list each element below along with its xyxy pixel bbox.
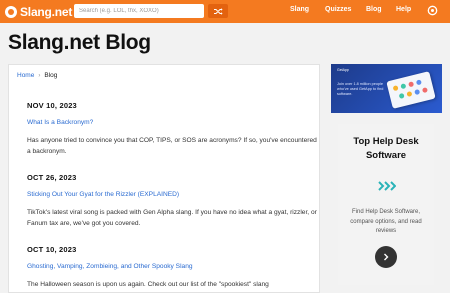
breadcrumb-current: Blog xyxy=(44,72,58,79)
ad-heading: Top Help Desk Software xyxy=(353,136,419,161)
blog-post-list: Home › Blog NOV 10, 2023 What Is a Backr… xyxy=(8,64,320,293)
breadcrumb-home-link[interactable]: Home xyxy=(17,72,34,79)
ad-banner-getapp[interactable]: GetApp Join over 1.8 million people who'… xyxy=(331,64,442,113)
post-excerpt: Has anyone tried to convince you that CO… xyxy=(27,137,317,155)
blog-post: NOV 10, 2023 What Is a Backronym? Has an… xyxy=(27,101,317,157)
tablet-illustration xyxy=(386,71,436,109)
blog-post: OCT 10, 2023 Ghosting, Vamping, Zombiein… xyxy=(27,245,317,290)
nav-slang[interactable]: Slang xyxy=(290,6,309,13)
random-slang-button[interactable] xyxy=(208,4,228,18)
post-excerpt: TikTok's latest viral song is packed wit… xyxy=(27,209,317,227)
logo-text: Slang.net xyxy=(20,4,73,19)
double-chevron-icon xyxy=(378,181,396,191)
gear-icon[interactable] xyxy=(427,5,438,16)
site-logo[interactable]: Slang.net xyxy=(5,4,72,19)
ad-next-button[interactable] xyxy=(375,246,397,268)
blog-post: OCT 26, 2023 Sticking Out Your Gyat for … xyxy=(27,173,317,229)
ad-description: Find Help Desk Software, compare options… xyxy=(350,209,422,234)
post-date: OCT 26, 2023 xyxy=(27,173,77,182)
shuffle-icon xyxy=(213,7,223,15)
page-title: Slang.net Blog xyxy=(8,31,151,54)
nav-help[interactable]: Help xyxy=(396,6,411,13)
post-excerpt: The Halloween season is upon us again. C… xyxy=(27,281,269,288)
nav-blog[interactable]: Blog xyxy=(366,6,382,13)
ad-brand: GetApp xyxy=(337,68,349,72)
post-date: OCT 10, 2023 xyxy=(27,245,77,254)
post-title-link[interactable]: What Is a Backronym? xyxy=(27,119,317,126)
post-title-link[interactable]: Sticking Out Your Gyat for the Rizzler (… xyxy=(27,191,317,198)
search-input[interactable] xyxy=(74,4,204,18)
arrow-right-icon xyxy=(384,253,389,261)
advertisement-column: GetApp Join over 1.8 million people who'… xyxy=(331,64,442,293)
post-date: NOV 10, 2023 xyxy=(27,101,77,110)
nav-quizzes[interactable]: Quizzes xyxy=(325,6,351,13)
top-navigation-bar: Slang.net Slang Quizzes Blog Help xyxy=(0,0,450,23)
ad-card-help-desk[interactable]: Top Help Desk Software Find Help Desk So… xyxy=(338,124,434,285)
post-title-link[interactable]: Ghosting, Vamping, Zombieing, and Other … xyxy=(27,263,317,270)
logo-icon xyxy=(5,5,17,18)
ad-banner-text: Join over 1.8 million people who've used… xyxy=(337,82,384,96)
breadcrumb: Home › Blog xyxy=(17,72,57,79)
chevron-right-icon: › xyxy=(38,72,41,79)
